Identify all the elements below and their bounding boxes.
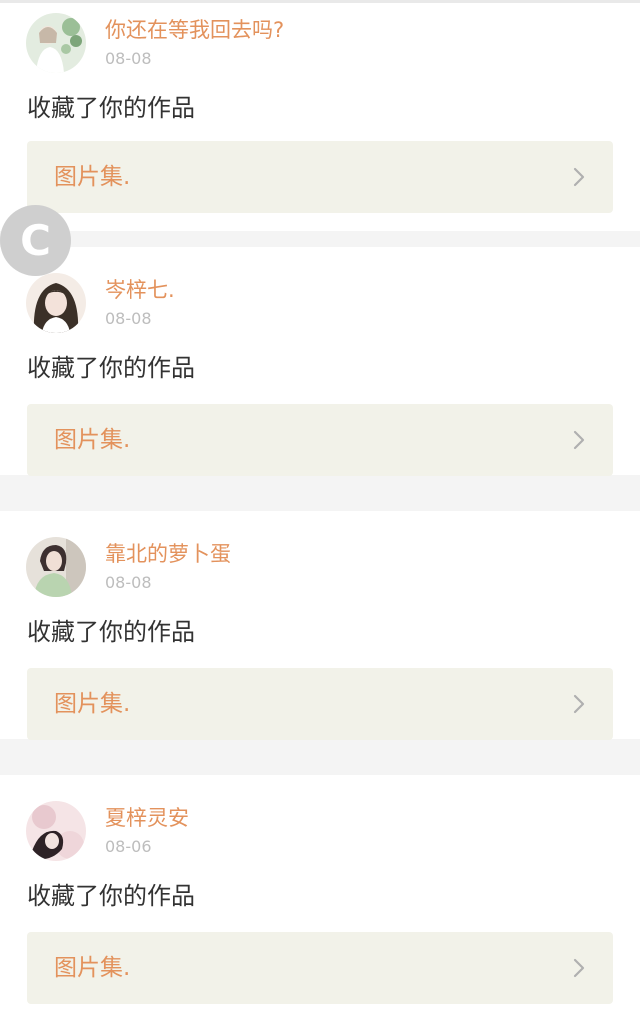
timestamp: 08-08: [105, 573, 152, 592]
notification-card: 你还在等我回去吗? 08-08 收藏了你的作品 图片集.: [0, 3, 640, 231]
action-text: 收藏了你的作品: [27, 618, 195, 646]
user-avatar[interactable]: [26, 13, 86, 73]
chevron-right-icon: [573, 167, 585, 187]
timestamp: 08-08: [105, 49, 152, 68]
chevron-right-icon: [573, 430, 585, 450]
notification-card: 岑梓七. 08-08 收藏了你的作品 图片集.: [0, 247, 640, 476]
chevron-right-icon: [573, 958, 585, 978]
user-avatar[interactable]: [26, 273, 86, 333]
notification-card: 靠北的萝卜蛋 08-08 收藏了你的作品 图片集.: [0, 511, 640, 740]
username[interactable]: 夏梓灵安: [105, 805, 189, 831]
collection-link[interactable]: 图片集.: [27, 404, 613, 476]
collection-label: 图片集.: [54, 164, 131, 190]
timestamp: 08-06: [105, 837, 152, 856]
copyright-c-icon: C: [20, 216, 51, 265]
collection-link[interactable]: 图片集.: [27, 932, 613, 1004]
username[interactable]: 靠北的萝卜蛋: [105, 541, 231, 567]
chevron-right-icon: [573, 694, 585, 714]
action-text: 收藏了你的作品: [27, 882, 195, 910]
user-avatar[interactable]: [26, 801, 86, 861]
collection-label: 图片集.: [54, 427, 131, 453]
collection-link[interactable]: 图片集.: [27, 668, 613, 740]
user-avatar[interactable]: [26, 537, 86, 597]
collection-label: 图片集.: [54, 691, 131, 717]
timestamp: 08-08: [105, 309, 152, 328]
username[interactable]: 你还在等我回去吗?: [105, 17, 284, 43]
collection-label: 图片集.: [54, 955, 131, 981]
notifications-page: 你还在等我回去吗? 08-08 收藏了你的作品 图片集. 岑梓七. 08-08 …: [0, 0, 640, 1019]
action-text: 收藏了你的作品: [27, 94, 195, 122]
floating-c-button[interactable]: C: [0, 205, 71, 276]
notification-card: 夏梓灵安 08-06 收藏了你的作品 图片集.: [0, 775, 640, 1019]
username[interactable]: 岑梓七.: [105, 277, 175, 303]
collection-link[interactable]: 图片集.: [27, 141, 613, 213]
action-text: 收藏了你的作品: [27, 354, 195, 382]
